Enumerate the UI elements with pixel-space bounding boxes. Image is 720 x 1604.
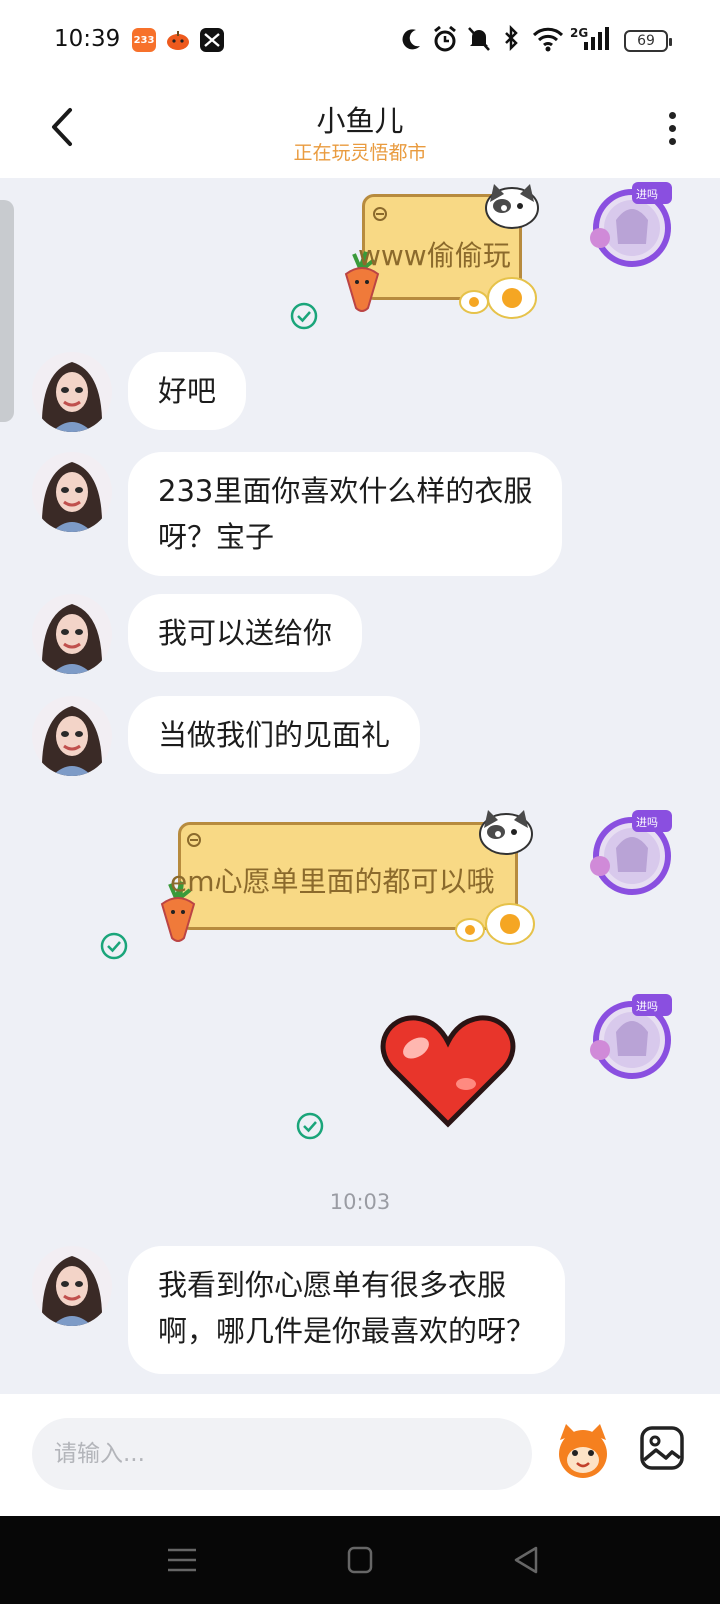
battery-level: 69 bbox=[637, 33, 655, 49]
back-nav-icon[interactable] bbox=[506, 1542, 546, 1578]
image-picker-icon[interactable] bbox=[638, 1424, 686, 1472]
contact-status[interactable]: 正在玩灵悟都市 bbox=[0, 138, 720, 165]
pin-icon bbox=[373, 207, 387, 221]
sticker-message[interactable]: em心愿单里面的都可以哦 bbox=[156, 800, 556, 950]
home-nav-icon[interactable] bbox=[340, 1542, 380, 1578]
message-text: 当做我们的见面礼 bbox=[158, 718, 391, 752]
battery-icon: 69 bbox=[624, 30, 672, 52]
scrollbar[interactable] bbox=[0, 200, 14, 422]
message-text-line: 呀？宝子 bbox=[158, 520, 275, 554]
fried-egg-icon bbox=[459, 277, 537, 319]
input-bar bbox=[0, 1394, 720, 1516]
system-nav-bar bbox=[0, 1516, 720, 1604]
233-app-icon: 233 bbox=[132, 28, 156, 52]
svg-text:进吗: 进吗 bbox=[636, 1000, 658, 1013]
pin-icon bbox=[187, 833, 201, 847]
message-bubble[interactable]: 当做我们的见面礼 bbox=[128, 696, 421, 774]
message-text: 好吧 bbox=[158, 374, 217, 408]
capcut-app-icon bbox=[200, 28, 224, 52]
self-avatar[interactable]: 进吗 bbox=[586, 180, 678, 272]
message-text: 我可以送给你 bbox=[158, 616, 333, 650]
do-not-disturb-icon bbox=[402, 29, 420, 50]
menu-nav-icon[interactable] bbox=[162, 1542, 202, 1578]
mute-icon bbox=[468, 27, 490, 51]
sticker-caption: www偷偷玩 bbox=[358, 239, 511, 272]
contact-avatar[interactable] bbox=[32, 352, 112, 432]
self-avatar[interactable]: 进吗 bbox=[586, 992, 678, 1084]
contact-avatar[interactable] bbox=[32, 696, 112, 776]
message-bubble[interactable]: 我看到你心愿单有很多衣服 啊，哪几件是你最喜欢的呀？ bbox=[128, 1246, 566, 1374]
contact-avatar[interactable] bbox=[32, 594, 112, 674]
message-bubble[interactable]: 好吧 bbox=[128, 352, 247, 430]
read-check-icon bbox=[100, 932, 128, 960]
chat-header: 小鱼儿 正在玩灵悟都市 bbox=[0, 84, 720, 178]
svg-text:进吗: 进吗 bbox=[636, 816, 658, 829]
message-bubble[interactable]: 233里面你喜欢什么样的衣服 呀？宝子 bbox=[128, 452, 563, 576]
message-text-line: 啊，哪几件是你最喜欢的呀？ bbox=[158, 1314, 536, 1348]
wifi-icon bbox=[532, 27, 564, 52]
pumpkin-app-icon bbox=[166, 28, 190, 52]
sticker-message[interactable]: www偷偷玩 bbox=[340, 178, 550, 319]
alarm-icon bbox=[434, 25, 456, 52]
message-input[interactable] bbox=[32, 1418, 532, 1490]
more-options-icon[interactable] bbox=[662, 112, 682, 152]
heart-emoji[interactable] bbox=[378, 1012, 518, 1128]
fried-egg-icon bbox=[455, 903, 535, 945]
svg-text:进吗: 进吗 bbox=[636, 188, 658, 201]
sticker-caption: em心愿单里面的都可以哦 bbox=[170, 865, 495, 898]
message-bubble[interactable]: 我可以送给你 bbox=[128, 594, 363, 672]
cat-sticker-icon bbox=[485, 184, 539, 229]
emoji-button-icon[interactable] bbox=[552, 1420, 614, 1482]
signal-icon bbox=[584, 27, 609, 50]
bluetooth-icon bbox=[505, 24, 518, 52]
self-avatar[interactable]: 进吗 bbox=[586, 808, 678, 900]
contact-name: 小鱼儿 bbox=[316, 104, 404, 138]
message-text-line: 我看到你心愿单有很多衣服 bbox=[158, 1268, 507, 1302]
read-check-icon bbox=[296, 1112, 324, 1140]
contact-avatar[interactable] bbox=[32, 452, 112, 532]
status-time: 10:39 bbox=[54, 26, 121, 52]
message-text-line: 233里面你喜欢什么样的衣服 bbox=[158, 474, 533, 508]
message-list[interactable]: www偷偷玩 进吗 好吧 233里面你喜欢什么样的衣服 呀？宝子 我可以送给你 … bbox=[0, 178, 720, 1394]
message-timestamp: 10:03 bbox=[329, 1190, 391, 1214]
read-check-icon bbox=[290, 302, 318, 330]
status-bar: 10:39 233 2G 69 bbox=[0, 0, 720, 84]
contact-avatar[interactable] bbox=[32, 1246, 112, 1326]
cat-sticker-icon bbox=[479, 810, 533, 855]
